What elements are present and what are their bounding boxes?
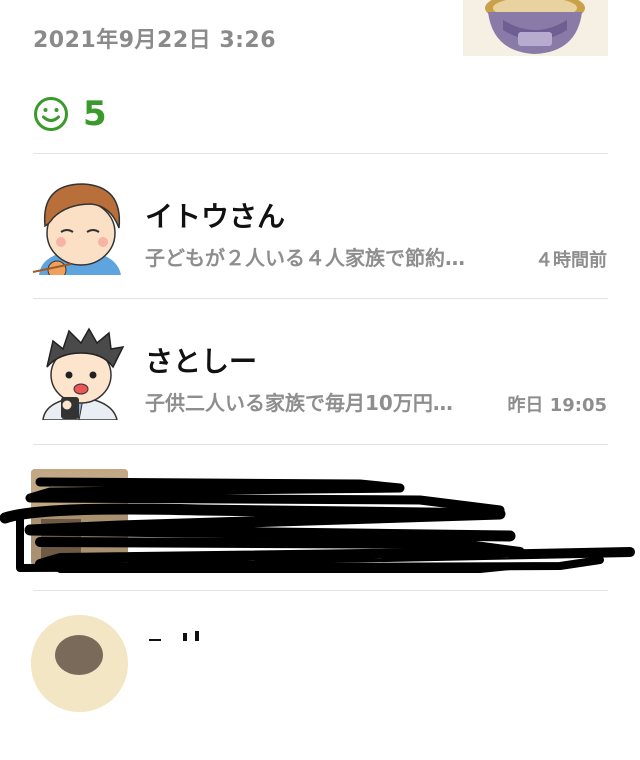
divider (33, 444, 608, 445)
post-thumbnail[interactable] (463, 0, 608, 56)
illustrated-avatar-woman-icon[interactable] (31, 178, 128, 275)
smile-icon (34, 97, 68, 131)
post-timestamp: 2021年9月22日 3:26 (33, 28, 277, 53)
reaction-summary[interactable]: 5 (33, 94, 107, 134)
divider (33, 153, 608, 154)
comment-item[interactable] (0, 615, 640, 760)
redaction-scribble (0, 477, 635, 573)
comment-author-partial[interactable] (145, 621, 225, 641)
comment-time: 昨日 19:05 (507, 395, 607, 416)
comment-time: ４時間前 (535, 250, 607, 271)
comment-item[interactable]: イトウさん 子どもが２人いる４人家族で節約… ４時間前 (0, 178, 640, 323)
comment-author[interactable]: さとしー (145, 340, 257, 380)
comment-author[interactable]: イトウさん (145, 195, 285, 235)
reaction-count: 5 (83, 94, 107, 134)
illustrated-avatar-icon[interactable] (31, 615, 128, 712)
comment-item[interactable]: さとしー 子供二人いる家族で毎月10万円… 昨日 19:05 (0, 323, 640, 468)
divider (33, 298, 608, 299)
divider (33, 590, 608, 591)
illustrated-avatar-man-icon[interactable] (31, 323, 128, 420)
comment-preview: 子供二人いる家族で毎月10万円… (145, 391, 453, 415)
comment-preview: 子どもが２人いる４人家族で節約… (145, 246, 465, 270)
